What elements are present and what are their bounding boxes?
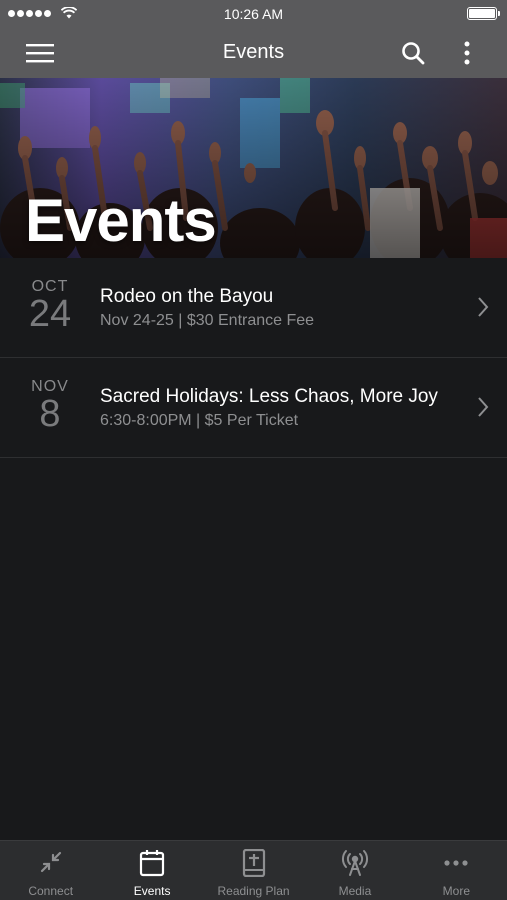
hero-banner: Events (0, 78, 507, 258)
event-row[interactable]: NOV 8 Sacred Holidays: Less Chaos, More … (0, 358, 507, 458)
event-day: 24 (28, 293, 72, 335)
connect-icon (40, 851, 61, 873)
event-subtitle: 6:30-8:00PM | $5 Per Ticket (100, 412, 299, 429)
bible-icon (242, 849, 265, 877)
tab-events[interactable]: Events (101, 841, 202, 900)
event-date: NOV 8 (20, 378, 80, 435)
event-row[interactable]: OCT 24 Rodeo on the Bayou Nov 24-25 | $3… (0, 258, 507, 358)
broadcast-icon (341, 850, 368, 876)
chevron-right-icon (478, 297, 489, 317)
event-title: Sacred Holidays: Less Chaos, More Joy (100, 386, 438, 407)
tab-bar: Connect Events Reading Plan Media More (0, 840, 507, 900)
hero-title: Events (25, 187, 217, 254)
overflow-menu-button[interactable] (449, 36, 485, 70)
more-dots-icon (444, 860, 468, 866)
tab-connect[interactable]: Connect (0, 841, 101, 900)
tab-label: Connect (28, 884, 74, 898)
chevron-right-icon (478, 397, 489, 417)
event-title: Rodeo on the Bayou (100, 286, 274, 307)
event-day: 8 (39, 393, 61, 435)
search-button[interactable] (395, 36, 431, 70)
status-time: 10:26 AM (223, 6, 284, 22)
calendar-icon (140, 850, 165, 877)
tab-more[interactable]: More (406, 841, 507, 900)
battery-icon (467, 7, 500, 20)
tab-label: Events (133, 884, 171, 898)
event-subtitle: Nov 24-25 | $30 Entrance Fee (100, 312, 315, 329)
vertical-dots-icon (464, 41, 470, 65)
event-list: OCT 24 Rodeo on the Bayou Nov 24-25 | $3… (0, 258, 507, 458)
tab-label: Media (338, 884, 372, 898)
tab-label: More (442, 884, 470, 898)
search-icon (402, 42, 425, 65)
tab-reading-plan[interactable]: Reading Plan (203, 841, 304, 900)
tab-label: Reading Plan (217, 884, 290, 898)
status-bar: 10:26 AM (0, 0, 507, 28)
event-date: OCT 24 (20, 278, 80, 335)
tab-media[interactable]: Media (304, 841, 405, 900)
nav-bar: Events (0, 28, 507, 78)
